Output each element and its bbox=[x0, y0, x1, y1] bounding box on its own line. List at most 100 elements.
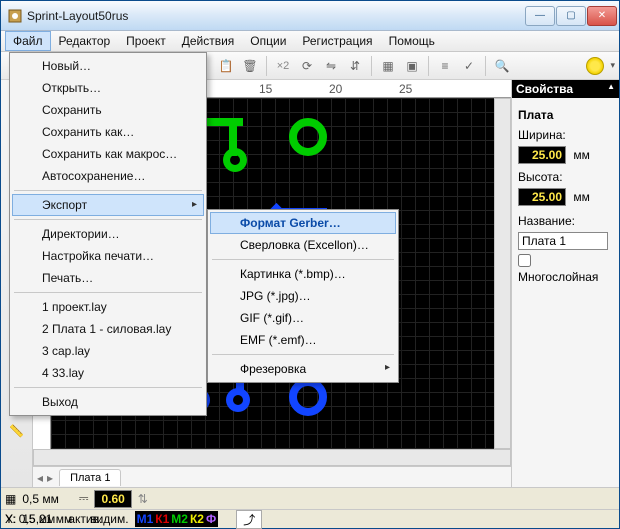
menu-recent-3[interactable]: 3 cap.lay bbox=[12, 340, 204, 362]
menu-recent-2[interactable]: 2 Плата 1 - силовая.lay bbox=[12, 318, 204, 340]
menu-autosave[interactable]: Автосохранение… bbox=[12, 165, 204, 187]
export-bmp[interactable]: Картинка (*.bmp)… bbox=[210, 263, 396, 285]
menu-new[interactable]: Новый… bbox=[12, 55, 204, 77]
layer-k2[interactable]: К2 bbox=[190, 512, 204, 526]
layer-indicator[interactable]: М1 К1 М2 К2 Ф bbox=[135, 511, 219, 527]
menu-print-setup[interactable]: Настройка печати… bbox=[12, 245, 204, 267]
menu-print[interactable]: Печать… bbox=[12, 267, 204, 289]
tb-drc-icon[interactable]: ✓ bbox=[458, 55, 480, 77]
file-menu-dropdown: Новый… Открыть… Сохранить Сохранить как…… bbox=[9, 52, 207, 416]
tb-zoom-icon[interactable]: 🔍 bbox=[491, 55, 513, 77]
board-tab[interactable]: Плата 1 bbox=[59, 469, 121, 486]
separator bbox=[14, 190, 202, 191]
grid-icon[interactable]: ▦ bbox=[5, 492, 16, 506]
export-gerber[interactable]: Формат Gerber… bbox=[210, 212, 396, 234]
ruler-tick: 20 bbox=[329, 82, 342, 96]
menubar: Файл Редактор Проект Действия Опции Реги… bbox=[1, 31, 619, 52]
export-submenu: Формат Gerber… Сверловка (Excellon)… Кар… bbox=[207, 209, 399, 383]
export-gif[interactable]: GIF (*.gif)… bbox=[210, 307, 396, 329]
y-row: Y: 0,5 мм актив. bbox=[5, 512, 102, 526]
track-width[interactable]: 0.60 bbox=[94, 490, 131, 508]
board-tabs: ◂ ▸ Плата 1 bbox=[33, 466, 511, 488]
menu-directories[interactable]: Директории… bbox=[12, 223, 204, 245]
separator bbox=[14, 292, 202, 293]
ruler-tick: 25 bbox=[399, 82, 412, 96]
separator bbox=[14, 387, 202, 388]
menu-options[interactable]: Опции bbox=[242, 31, 294, 51]
separator bbox=[428, 56, 429, 76]
spinner-icon[interactable]: ⇅ bbox=[138, 492, 148, 506]
collapse-icon[interactable]: ▲ bbox=[607, 82, 615, 96]
menu-save[interactable]: Сохранить bbox=[12, 99, 204, 121]
menu-file[interactable]: Файл bbox=[5, 31, 51, 51]
export-jpg[interactable]: JPG (*.jpg)… bbox=[210, 285, 396, 307]
tab-prev-icon[interactable]: ◂ bbox=[37, 471, 43, 485]
menu-editor[interactable]: Редактор bbox=[51, 31, 119, 51]
unit-label: мм bbox=[573, 148, 590, 162]
separator bbox=[14, 219, 202, 220]
layer-m2[interactable]: М2 bbox=[171, 512, 188, 526]
app-icon bbox=[7, 8, 23, 24]
height-input[interactable]: 25.00 bbox=[518, 188, 566, 206]
tb-delete-icon[interactable]: 🗑 bbox=[239, 55, 261, 77]
export-milling[interactable]: Фрезеровка bbox=[210, 358, 396, 380]
tab-next-icon[interactable]: ▸ bbox=[47, 471, 53, 485]
tb-rotate-icon[interactable]: ⟳ bbox=[296, 55, 318, 77]
menu-help[interactable]: Помощь bbox=[381, 31, 443, 51]
app-window: Sprint-Layout50rus — ▢ ✕ Файл Редактор П… bbox=[0, 0, 620, 529]
name-label: Название: bbox=[518, 214, 575, 228]
tool-measure-icon[interactable]: 📏 bbox=[1, 418, 32, 444]
close-button[interactable]: ✕ bbox=[587, 6, 617, 26]
menu-exit[interactable]: Выход bbox=[12, 391, 204, 413]
multilayer-checkbox[interactable]: Многослойная bbox=[518, 258, 598, 284]
props-title: Свойства ▲ bbox=[512, 80, 619, 98]
menu-registration[interactable]: Регистрация bbox=[294, 31, 380, 51]
export-emf[interactable]: EMF (*.emf)… bbox=[210, 329, 396, 351]
export-excellon[interactable]: Сверловка (Excellon)… bbox=[210, 234, 396, 256]
tb-align-icon[interactable]: ▦ bbox=[377, 55, 399, 77]
track-icon[interactable]: ⎓ bbox=[79, 491, 89, 506]
separator bbox=[212, 259, 394, 260]
multilayer-input[interactable] bbox=[518, 254, 531, 267]
width-label: Ширина: bbox=[518, 128, 566, 142]
tb-group-icon[interactable]: ▣ bbox=[401, 55, 423, 77]
menu-project[interactable]: Проект bbox=[118, 31, 174, 51]
route-mode-icon[interactable]: ⤴ bbox=[236, 510, 262, 529]
width-input[interactable]: 25.00 bbox=[518, 146, 566, 164]
props-title-label: Свойства bbox=[516, 82, 573, 96]
layer-k1[interactable]: К1 bbox=[155, 512, 169, 526]
tb-layers-icon[interactable]: ≡ bbox=[434, 55, 456, 77]
menu-save-macro[interactable]: Сохранить как макрос… bbox=[12, 143, 204, 165]
properties-panel: Свойства ▲ Плата Ширина: 25.00 мм Высота… bbox=[511, 80, 619, 488]
props-board-header: Плата bbox=[518, 104, 613, 128]
titlebar: Sprint-Layout50rus — ▢ ✕ bbox=[1, 1, 619, 31]
tb-highlight-icon[interactable] bbox=[586, 57, 604, 75]
window-title: Sprint-Layout50rus bbox=[27, 9, 524, 23]
layer-f[interactable]: Ф bbox=[206, 512, 216, 526]
grid-value: 0,5 мм bbox=[22, 492, 59, 506]
multilayer-label: Многослойная bbox=[518, 270, 598, 284]
tb-mirror-v-icon[interactable]: ⇵ bbox=[344, 55, 366, 77]
menu-recent-4[interactable]: 4 33.lay bbox=[12, 362, 204, 384]
minimize-button[interactable]: — bbox=[525, 6, 555, 26]
menu-recent-1[interactable]: 1 проект.lay bbox=[12, 296, 204, 318]
separator bbox=[485, 56, 486, 76]
tb-mirror-h-icon[interactable]: ⇋ bbox=[320, 55, 342, 77]
scrollbar-vertical[interactable] bbox=[494, 98, 511, 449]
menu-save-as[interactable]: Сохранить как… bbox=[12, 121, 204, 143]
menu-export[interactable]: Экспорт bbox=[12, 194, 204, 216]
layer-m1[interactable]: М1 bbox=[137, 512, 154, 526]
bottom-toolbar: ▦ 0,5 мм ⎓ 0.60 ⇅ bbox=[1, 487, 619, 509]
tb-duplicate-icon[interactable]: ×2 bbox=[272, 55, 294, 77]
y-value: 0,5 мм bbox=[19, 512, 56, 526]
scrollbar-horizontal[interactable] bbox=[33, 449, 511, 466]
window-controls: — ▢ ✕ bbox=[524, 6, 617, 26]
tb-paste-icon[interactable]: 📋 bbox=[215, 55, 237, 77]
unit-label: мм bbox=[573, 190, 590, 204]
name-input[interactable]: Плата 1 bbox=[518, 232, 608, 250]
active-label: актив. bbox=[68, 512, 102, 526]
maximize-button[interactable]: ▢ bbox=[556, 6, 586, 26]
ruler-tick: 15 bbox=[259, 82, 272, 96]
menu-open[interactable]: Открыть… bbox=[12, 77, 204, 99]
menu-actions[interactable]: Действия bbox=[174, 31, 243, 51]
